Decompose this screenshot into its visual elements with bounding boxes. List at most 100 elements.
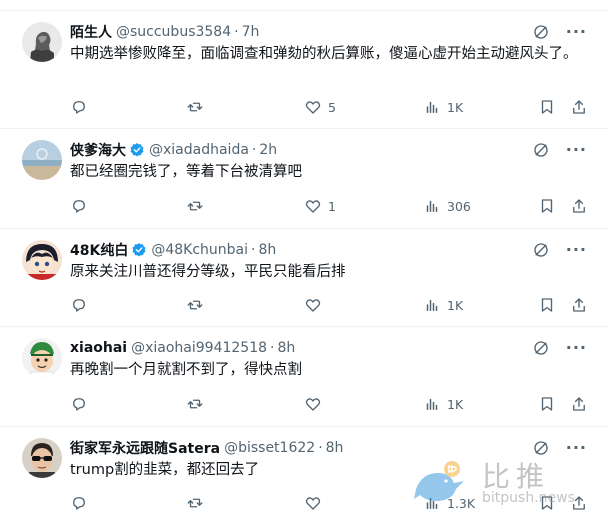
display-name[interactable]: 陌生人 [70,22,112,42]
views-button[interactable]: 1.3K [423,493,475,513]
timestamp[interactable]: 2h [259,142,277,158]
like-button[interactable] [304,493,328,513]
display-name[interactable]: 街家军永远跟随Satera [70,438,220,458]
share-button[interactable] [570,394,588,414]
avatar[interactable] [22,338,62,378]
bookmark-icon [541,199,553,213]
grok-icon[interactable] [532,23,550,41]
bookmark-button[interactable] [538,493,556,513]
heart-icon [305,497,321,510]
more-options-button[interactable]: ··· [566,439,587,457]
bookmark-icon [541,496,553,510]
views-button[interactable]: 1K [423,97,463,117]
separator-dot: · [251,142,257,158]
retweet-button[interactable] [186,394,210,414]
tweet-text: 都已经圈完钱了，等着下台被清算吧 [70,164,302,180]
tweet-header: 街家军永远跟随Satera @bisset1622 · 8h [70,438,343,458]
tweet[interactable]: 陌生人 @succubus3584 · 7h ··· 中期选举惨败降至，面临调查… [0,0,609,128]
views-button[interactable]: 1K [423,394,463,414]
grok-icon[interactable] [532,141,550,159]
tweet-top-actions: ··· [532,338,587,358]
reply-button[interactable] [70,97,94,117]
separator-dot: · [270,340,275,356]
grok-icon[interactable] [532,439,550,457]
user-handle[interactable]: @xiaohai99412518 [131,340,267,356]
timestamp[interactable]: 7h [242,24,260,40]
grok-icon[interactable] [532,339,550,357]
display-name[interactable]: 侠爹海大 [70,140,126,160]
tweet-header: 陌生人 @succubus3584 · 7h [70,22,259,42]
verified-badge-icon [129,142,145,158]
retweet-button[interactable] [186,196,210,216]
reply-icon [73,299,85,312]
retweet-button[interactable] [186,97,210,117]
user-handle[interactable]: @xiadadhaida [149,142,249,158]
share-button[interactable] [570,97,588,117]
reply-button[interactable] [70,196,94,216]
retweet-button[interactable] [186,493,210,513]
more-options-button[interactable]: ··· [566,141,587,159]
tweet[interactable]: xiaohai @xiaohai99412518 · 8h ··· 再晚割一个月… [0,326,609,426]
avatar-statue-image [22,22,62,62]
bookmark-button[interactable] [538,295,556,315]
display-name[interactable]: xiaohai [70,340,127,356]
tweet[interactable]: 48K纯白 @48Kchunbai · 8h ··· 原来关注川普还得分等级，平… [0,228,609,326]
bookmark-icon [541,298,553,312]
user-handle[interactable]: @48Kchunbai [151,242,248,258]
like-button[interactable] [304,295,328,315]
bookmark-button[interactable] [538,394,556,414]
avatar[interactable] [22,140,62,180]
bookmark-button[interactable] [538,97,556,117]
more-options-button[interactable]: ··· [566,23,587,41]
share-button[interactable] [570,295,588,315]
reply-icon [73,497,85,510]
reply-icon [73,101,85,114]
display-name[interactable]: 48K纯白 [70,240,128,260]
like-button[interactable]: 5 [304,97,336,117]
bookmark-icon [541,397,553,411]
like-button[interactable]: 1 [304,196,336,216]
tweet-top-actions: ··· [532,22,587,42]
tweet-text: trump割的韭菜，都还回去了 [70,462,260,478]
separator-dot: · [234,24,239,40]
tweet-header: xiaohai @xiaohai99412518 · 8h [70,338,295,358]
retweet-button[interactable] [186,295,210,315]
avatar[interactable] [22,240,62,280]
tweet-top-actions: ··· [532,240,587,260]
reply-button[interactable] [70,295,94,315]
retweet-icon [187,300,203,310]
like-button[interactable] [304,394,328,414]
share-button[interactable] [570,493,588,513]
bookmark-button[interactable] [538,196,556,216]
reply-icon [73,398,85,411]
views-button[interactable]: 306 [423,196,471,216]
view-count: 1K [447,396,464,412]
avatar-cartoon-image [22,338,62,378]
timestamp[interactable]: 8h [277,340,295,356]
timestamp[interactable]: 8h [326,440,344,456]
tweet-top-actions: ··· [532,140,587,160]
more-options-button[interactable]: ··· [566,241,587,259]
avatar-sea-image [22,140,62,180]
user-handle[interactable]: @succubus3584 [116,24,231,40]
avatar[interactable] [22,22,62,62]
timestamp[interactable]: 8h [258,242,276,258]
view-count: 306 [447,198,471,214]
user-handle[interactable]: @bisset1622 [224,440,315,456]
tweet[interactable]: 侠爹海大 @xiadadhaida · 2h ··· 都已经圈完钱了，等着下台被… [0,128,609,228]
tweet-actions: 1.3K [70,493,591,513]
share-icon [573,397,585,411]
avatar[interactable] [22,438,62,478]
views-button[interactable]: 1K [423,295,463,315]
verified-badge-icon [131,242,147,258]
tweet-top-actions: ··· [532,438,587,458]
reply-button[interactable] [70,493,94,513]
reply-button[interactable] [70,394,94,414]
tweet-actions: 1 306 [70,196,591,216]
share-button[interactable] [570,196,588,216]
tweet[interactable]: 街家军永远跟随Satera @bisset1622 · 8h ··· trump… [0,426,609,530]
views-chart-icon [426,299,438,311]
more-options-button[interactable]: ··· [566,339,587,357]
tweet-text: 原来关注川普还得分等级，平民只能看后排 [70,264,346,280]
grok-icon[interactable] [532,241,550,259]
